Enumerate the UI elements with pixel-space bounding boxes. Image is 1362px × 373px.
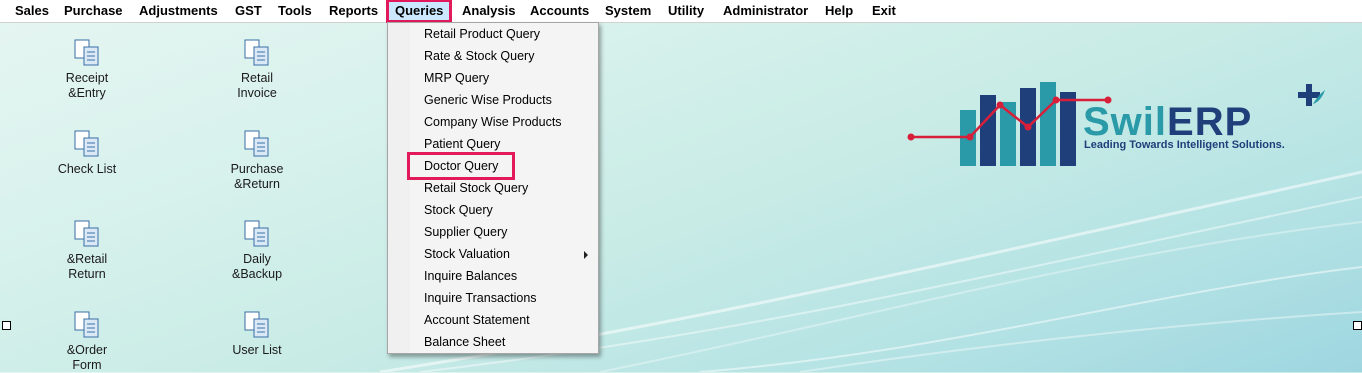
shortcut-retail-invoice[interactable]: Retail Invoice: [202, 38, 312, 101]
shortcut-label: Purchase &Return: [230, 162, 284, 191]
shortcut-label: Check List: [57, 162, 117, 176]
menu-reports[interactable]: Reports: [329, 0, 378, 22]
menu-queries[interactable]: Queries: [385, 0, 453, 23]
menu-item-patient-query[interactable]: Patient Query: [424, 133, 500, 155]
menu-adjustments[interactable]: Adjustments: [139, 0, 218, 22]
shortcut-purchase-return[interactable]: Purchase &Return: [202, 129, 312, 192]
menu-accounts[interactable]: Accounts: [530, 0, 589, 22]
shortcut-label: Retail Invoice: [237, 71, 277, 100]
right-resize-handle[interactable]: [1353, 321, 1362, 330]
submenu-arrow-icon: [584, 251, 588, 259]
shortcut-daily-backup[interactable]: Daily &Backup: [202, 219, 312, 282]
menu-item-generic-wise-products[interactable]: Generic Wise Products: [424, 89, 552, 111]
document-icon: [244, 130, 269, 157]
menu-item-supplier-query[interactable]: Supplier Query: [424, 221, 507, 243]
document-icon: [244, 220, 269, 247]
menu-item-retail-product-query[interactable]: Retail Product Query: [424, 23, 540, 45]
shortcut-order-form[interactable]: &Order Form: [32, 310, 142, 373]
document-icon: [74, 311, 99, 338]
menu-administrator[interactable]: Administrator: [723, 0, 808, 22]
shortcut-label: Daily &Backup: [231, 252, 283, 281]
logo-brand-part1: Swil: [1083, 100, 1168, 144]
shortcut-check-list[interactable]: Check List: [32, 129, 142, 177]
menu-utility[interactable]: Utility: [668, 0, 704, 22]
menu-analysis[interactable]: Analysis: [462, 0, 515, 22]
document-icon: [244, 39, 269, 66]
logo-tagline: Leading Towards Intelligent Solutions.: [1084, 139, 1285, 151]
document-icon: [74, 130, 99, 157]
menu-item-stock-query[interactable]: Stock Query: [424, 199, 493, 221]
menu-item-stock-valuation[interactable]: Stock Valuation: [424, 243, 510, 265]
queries-dropdown-menu: Retail Product Query Rate & Stock Query …: [387, 22, 599, 354]
menu-item-inquire-transactions[interactable]: Inquire Transactions: [424, 287, 537, 309]
menu-exit[interactable]: Exit: [872, 0, 896, 22]
menu-item-doctor-query[interactable]: Doctor Query: [406, 152, 516, 180]
menu-bar: Sales Purchase Adjustments GST Tools Rep…: [0, 0, 1362, 23]
document-icon: [74, 39, 99, 66]
shortcut-user-list[interactable]: User List: [202, 310, 312, 358]
document-icon: [74, 220, 99, 247]
menu-gutter: [388, 23, 410, 353]
shortcut-retail-return[interactable]: &Retail Return: [32, 219, 142, 282]
shortcut-label: User List: [232, 343, 282, 357]
shortcut-label: Receipt &Entry: [65, 71, 109, 100]
document-icon: [244, 311, 269, 338]
logo-brand-part2: ERP: [1167, 100, 1253, 144]
menu-purchase[interactable]: Purchase: [64, 0, 123, 22]
menu-help[interactable]: Help: [825, 0, 853, 22]
shortcut-receipt-entry[interactable]: Receipt &Entry: [32, 38, 142, 101]
menu-item-inquire-balances[interactable]: Inquire Balances: [424, 265, 517, 287]
menu-sales[interactable]: Sales: [15, 0, 49, 22]
menu-item-rate-stock-query[interactable]: Rate & Stock Query: [424, 45, 534, 67]
shortcut-label: &Order Form: [66, 343, 108, 372]
menu-gst[interactable]: GST: [235, 0, 262, 22]
menu-item-account-statement[interactable]: Account Statement: [424, 309, 530, 331]
menu-item-retail-stock-query[interactable]: Retail Stock Query: [424, 177, 528, 199]
left-resize-handle[interactable]: [2, 321, 11, 330]
shortcut-label: &Retail Return: [66, 252, 108, 281]
menu-item-company-wise-products[interactable]: Company Wise Products: [424, 111, 562, 133]
menu-item-mrp-query[interactable]: MRP Query: [424, 67, 489, 89]
menu-tools[interactable]: Tools: [278, 0, 312, 22]
menu-item-balance-sheet[interactable]: Balance Sheet: [424, 331, 505, 353]
menu-system[interactable]: System: [605, 0, 651, 22]
